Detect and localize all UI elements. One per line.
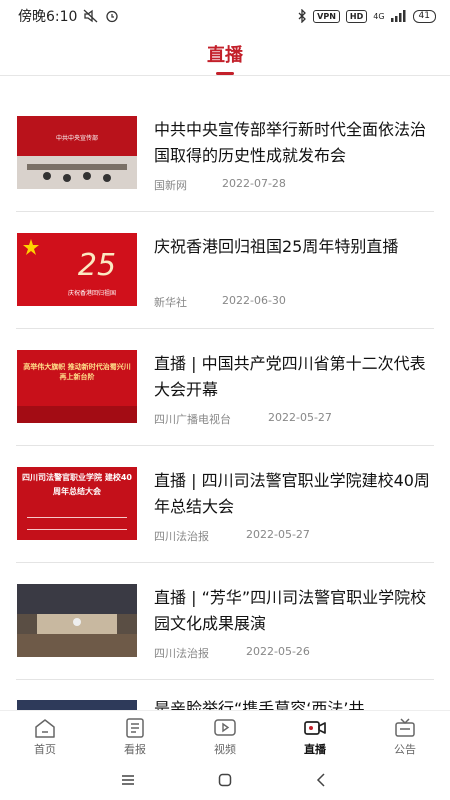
item-thumbnail [17,700,137,710]
item-title: 直播 | “芳华”四川司法警官职业学院校园文化成果展演 [154,588,427,633]
video-icon [214,719,236,736]
item-title: 直播 | 四川司法警官职业学院建校40周年总结大会 [154,471,430,516]
mute-icon [84,9,98,23]
item-meta: 四川法治报 2022-05-27 [154,528,310,544]
home-button-icon[interactable] [217,772,233,788]
item-date: 2022-05-27 [246,528,310,541]
list-item[interactable]: 中共中央宣传部 中共中央宣传部举行新时代全面依法治国取得的历史性成就发布会 国新… [16,95,434,212]
back-icon[interactable] [314,772,330,788]
system-nav-bar [0,760,450,800]
tab-label: 直播 [304,743,326,756]
menu-icon[interactable] [120,772,136,788]
tab-label: 看报 [124,743,146,756]
title-underline [216,72,234,75]
status-bar: 傍晚6:10 VPN HD 4G 41 [0,0,450,32]
alarm-icon [106,10,119,23]
item-meta: 新华社 2022-06-30 [154,294,286,310]
tab-newspaper[interactable]: 看报 [90,711,180,760]
live-camera-icon [304,721,326,735]
item-title: 中共中央宣传部举行新时代全面依法治国取得的历史性成就发布会 [154,120,427,165]
tab-notice[interactable]: 公告 [360,711,450,760]
thumb-caption: 庆祝香港回归祖国 [68,289,116,297]
home-icon [35,719,55,738]
tab-label: 首页 [34,743,56,756]
item-title: 直播 | 中国共产党四川省第十二次代表大会开幕 [154,354,426,399]
thumb-caption: 中共中央宣传部 [56,134,98,142]
page-title: 直播 [207,45,243,66]
tab-label: 视频 [214,743,236,756]
notice-icon [395,718,415,737]
item-thumbnail: 25 庆祝香港回归祖国 [17,233,137,306]
network-type: 4G [373,11,385,21]
item-thumbnail: 高举伟大旗帜 推动新时代治蜀兴川再上新台阶 [17,350,137,423]
list-item[interactable]: 四川司法警官职业学院 建校40周年总结大会 直播 | 四川司法警官职业学院建校4… [16,446,434,563]
item-thumbnail [17,584,137,657]
thumb-caption: 四川司法警官职业学院 建校40周年总结大会 [22,473,132,496]
page-header: 直播 [0,32,450,76]
list-item[interactable]: 25 庆祝香港回归祖国 庆祝香港回归祖国25周年特别直播 新华社 2022-06… [16,212,434,329]
list-item[interactable]: 是亲脸举行“携手莫容‘西法’共 [16,680,434,710]
item-date: 2022-06-30 [222,294,286,307]
battery-indicator: 41 [412,9,436,23]
item-meta: 国新网 2022-07-28 [154,177,286,193]
item-source: 四川广播电视台 [154,413,231,426]
item-thumbnail: 中共中央宣传部 [17,116,137,189]
signal-icon [390,10,406,22]
item-source: 新华社 [154,296,187,309]
tab-live[interactable]: 直播 [270,711,360,760]
item-source: 四川法治报 [154,530,209,543]
list-item[interactable]: 直播 | “芳华”四川司法警官职业学院校园文化成果展演 四川法治报 2022-0… [16,563,434,680]
svg-text:25: 25 [78,248,116,283]
item-source: 国新网 [154,179,187,192]
item-date: 2022-05-27 [268,411,332,424]
item-source: 四川法治报 [154,647,209,660]
bluetooth-icon [298,9,307,23]
hd-badge: HD [345,9,368,23]
item-thumbnail: 四川司法警官职业学院 建校40周年总结大会 [17,467,137,540]
newspaper-icon [126,718,144,738]
live-list: 中共中央宣传部 中共中央宣传部举行新时代全面依法治国取得的历史性成就发布会 国新… [0,95,450,710]
item-date: 2022-07-28 [222,177,286,190]
vpn-badge: VPN [313,9,340,23]
status-time: 傍晚6:10 [18,9,78,25]
item-meta: 四川法治报 2022-05-26 [154,645,310,661]
item-meta: 四川广播电视台 2022-05-27 [154,411,332,427]
item-title: 是亲脸举行“携手莫容‘西法’共 [154,699,365,710]
item-date: 2022-05-26 [246,645,310,658]
thumb-caption: 高举伟大旗帜 推动新时代治蜀兴川再上新台阶 [23,363,131,381]
bottom-tab-bar: 首页 看报 视频 直播 公告 [0,710,450,760]
tab-video[interactable]: 视频 [180,711,270,760]
item-title: 庆祝香港回归祖国25周年特别直播 [154,237,399,256]
list-item[interactable]: 高举伟大旗帜 推动新时代治蜀兴川再上新台阶 直播 | 中国共产党四川省第十二次代… [16,329,434,446]
tab-label: 公告 [394,743,416,756]
tab-home[interactable]: 首页 [0,711,90,760]
